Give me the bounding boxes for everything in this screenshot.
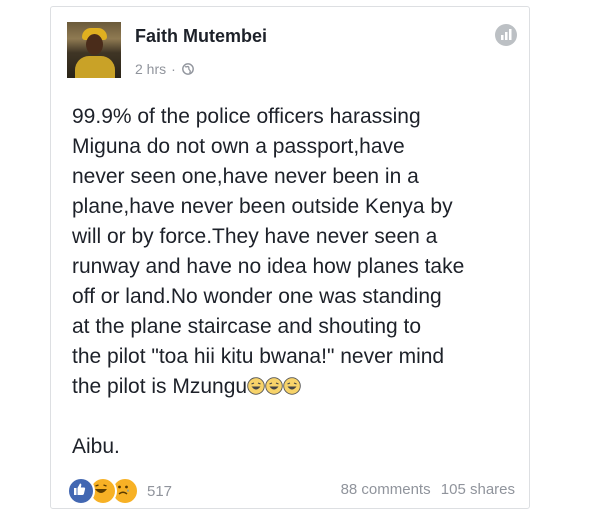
post-spacer xyxy=(72,402,522,432)
avatar-face xyxy=(86,34,103,55)
laughing-emoji-icon xyxy=(247,377,265,395)
post-line-last: the pilot is Mzungu xyxy=(72,372,522,402)
reactions-summary[interactable]: 517 xyxy=(67,477,172,505)
like-icon xyxy=(67,477,95,505)
post-line: at the plane staircase and shouting to xyxy=(72,315,422,338)
post-line: the pilot "toa hii kitu bwana!" never mi… xyxy=(72,345,445,368)
post-closing: Aibu. xyxy=(72,435,120,458)
post-line: plane,have never been outside Kenya by xyxy=(72,195,453,218)
meta-separator: · xyxy=(171,61,176,77)
laughing-emoji-icon xyxy=(265,377,283,395)
engagement-counts: 88 comments 105 shares xyxy=(341,481,515,498)
post-meta: 2 hrs · xyxy=(135,61,194,77)
post-line-text: the pilot is Mzungu xyxy=(72,375,248,398)
chart-icon[interactable] xyxy=(495,24,517,46)
chart-icon-glyph xyxy=(501,29,512,40)
post-timestamp[interactable]: 2 hrs xyxy=(135,61,166,77)
post-line: Miguna do not own a passport,have xyxy=(72,135,405,158)
post-line: off or land.No wonder one was standing xyxy=(72,285,442,308)
post-text: 99.9% of the police officers harassing M… xyxy=(72,102,522,462)
laughing-emoji-icon xyxy=(283,377,301,395)
post-line: 99.9% of the police officers harassing xyxy=(72,105,421,128)
shares-count[interactable]: 105 shares xyxy=(441,481,515,498)
globe-icon xyxy=(181,63,194,75)
avatar[interactable] xyxy=(67,22,121,78)
comments-count[interactable]: 88 comments xyxy=(341,481,431,498)
post-line: runway and have no idea how planes take xyxy=(72,255,465,278)
post-line: never seen one,have never been in a xyxy=(72,165,419,188)
avatar-shirt xyxy=(75,56,115,78)
thumbs-up-glyph xyxy=(74,483,86,495)
author-name[interactable]: Faith Mutembei xyxy=(135,26,267,47)
reaction-count: 517 xyxy=(147,482,173,500)
post-card: Faith Mutembei 2 hrs · 99.9% of the poli… xyxy=(50,6,530,509)
post-line: will or by force.They have never seen a xyxy=(72,225,438,248)
